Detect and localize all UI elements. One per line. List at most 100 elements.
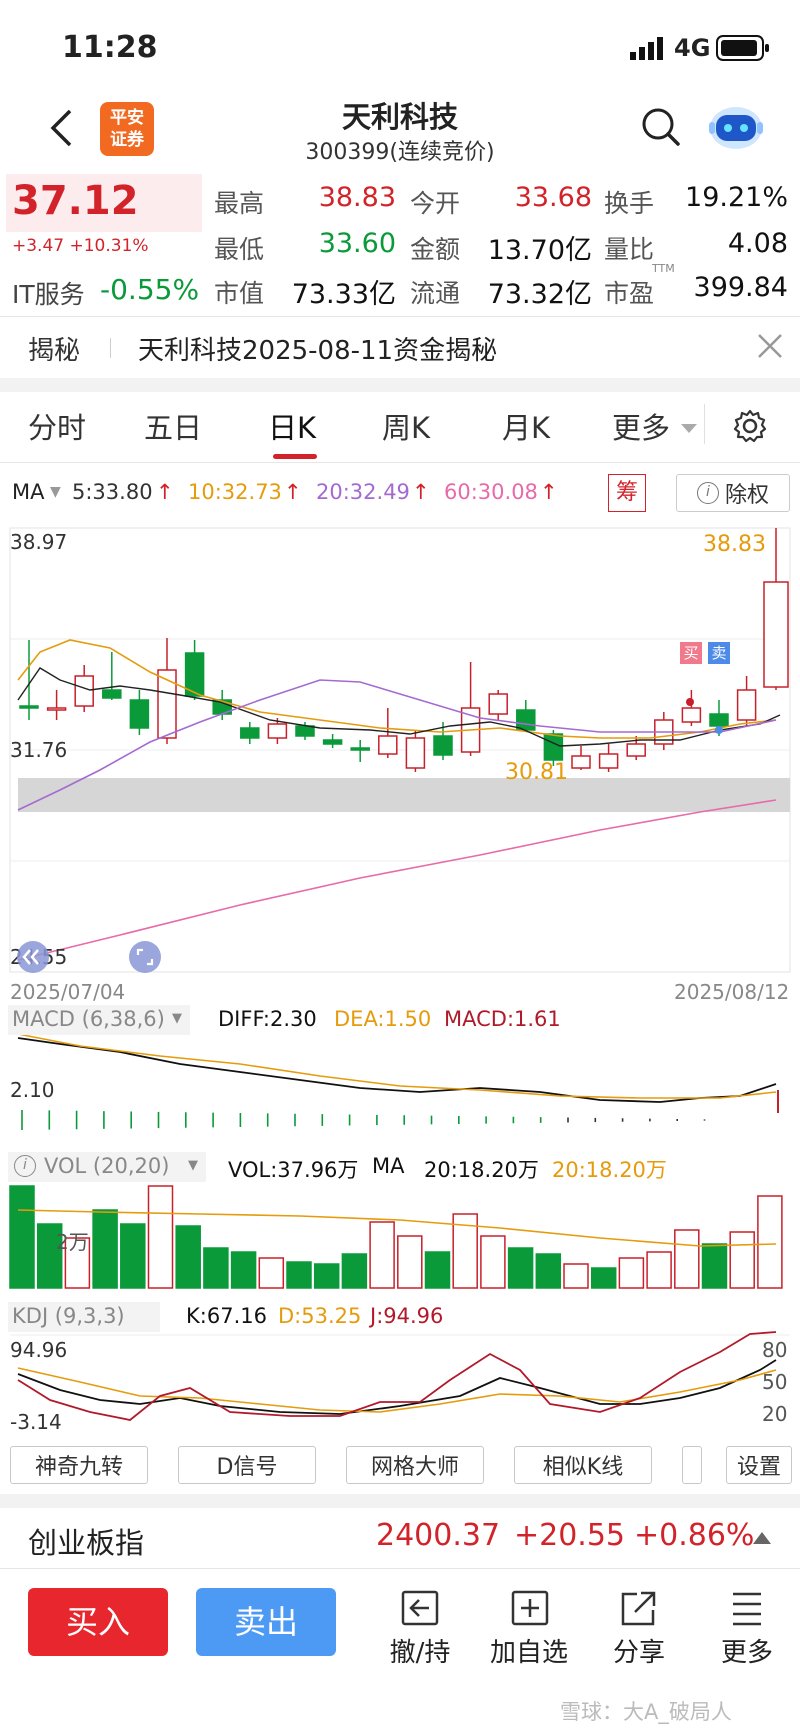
stat-value: 38.83 xyxy=(318,182,396,213)
chevron-down-icon xyxy=(680,420,698,439)
ma60-value: 60:30.08 xyxy=(444,480,538,504)
tool-settings[interactable]: 设置 xyxy=(726,1446,792,1484)
ma-label[interactable]: MA xyxy=(12,480,44,504)
tool-d-signal[interactable]: D信号 xyxy=(178,1446,316,1484)
candle-body xyxy=(19,705,39,709)
volume-bar xyxy=(729,1231,755,1289)
vol-y-label: 2万 xyxy=(56,1230,89,1254)
reveal-bar[interactable]: 揭秘 天利科技2025-08-11资金揭秘 xyxy=(0,318,800,376)
reveal-text: 天利科技2025-08-11资金揭秘 xyxy=(138,336,498,366)
stat-value: 73.33亿 xyxy=(291,279,396,310)
last-price: 37.12 xyxy=(12,178,139,224)
macd-title: MACD (6,38,6) xyxy=(12,1007,165,1031)
ma-dropdown-icon[interactable]: ▼ xyxy=(50,484,61,500)
buy-button[interactable]: 买入 xyxy=(28,1588,168,1656)
ex-rights-button[interactable]: i 除权 xyxy=(676,474,790,512)
kdj-k-line xyxy=(17,1359,777,1415)
buy-signal-tag[interactable]: 买 xyxy=(680,642,702,664)
cancel-hold-label[interactable]: 撤/持 xyxy=(375,1632,465,1669)
tab-rik[interactable]: 日K xyxy=(268,405,316,447)
date-start: 2025/07/04 xyxy=(10,980,126,1004)
volume-bar xyxy=(507,1247,534,1289)
ma20-up-icon: ↑ xyxy=(412,480,430,504)
fullscreen-icon[interactable] xyxy=(128,940,162,978)
ma60-up-icon: ↑ xyxy=(540,480,558,504)
kdj-k: K:67.16 xyxy=(186,1304,267,1328)
volume-bar xyxy=(147,1185,174,1289)
index-name: 创业板指 xyxy=(28,1526,145,1560)
ma5-up-icon: ↑ xyxy=(156,480,174,504)
volume-bar xyxy=(203,1247,229,1289)
page-title: 天利科技 xyxy=(341,100,458,134)
candle-body xyxy=(763,581,789,688)
status-bar: 11:28 4G xyxy=(0,0,800,90)
close-icon[interactable] xyxy=(756,332,784,364)
share-icon[interactable] xyxy=(608,1588,668,1632)
gear-icon[interactable] xyxy=(732,408,768,448)
tool-similar-k[interactable]: 相似K线 xyxy=(514,1446,652,1484)
reveal-divider xyxy=(110,338,111,358)
macd-diff: DIFF:2.30 xyxy=(218,1007,317,1031)
sell-button[interactable]: 卖出 xyxy=(196,1588,336,1656)
share-label[interactable]: 分享 xyxy=(594,1632,684,1669)
signal-icon xyxy=(630,36,668,60)
tab-zhouk[interactable]: 周K xyxy=(382,405,430,447)
index-change: +20.55 xyxy=(514,1518,626,1553)
vol-ma-label: MA xyxy=(372,1154,405,1178)
candle-body xyxy=(709,713,729,727)
signal-dot xyxy=(715,726,723,734)
tab-yuek[interactable]: 月K xyxy=(502,405,550,447)
volume-bar xyxy=(313,1263,340,1289)
status-time: 11:28 xyxy=(62,30,158,65)
volume-bar xyxy=(341,1253,368,1289)
section-gap-2 xyxy=(0,1494,800,1508)
sector-name[interactable]: IT服务 xyxy=(12,275,85,311)
sell-signal-tag[interactable]: 卖 xyxy=(708,642,730,664)
chip-distribution-button[interactable]: 筹 xyxy=(608,474,646,512)
search-icon[interactable] xyxy=(640,106,682,152)
add-watchlist-label[interactable]: 加自选 xyxy=(484,1632,574,1669)
candle-body xyxy=(626,743,646,757)
more-menu-label[interactable]: 更多 xyxy=(702,1632,792,1669)
more-menu-icon[interactable] xyxy=(716,1588,776,1632)
tab-fenshi[interactable]: 分时 xyxy=(28,405,86,447)
add-watchlist-icon[interactable] xyxy=(500,1588,560,1632)
tab-more[interactable]: 更多 xyxy=(612,405,670,447)
stat-value: 33.68 xyxy=(514,182,592,213)
vol-info-icon: i xyxy=(14,1155,36,1177)
volume-bar xyxy=(480,1235,506,1289)
volume-bar xyxy=(397,1235,423,1289)
tab-wuri[interactable]: 五日 xyxy=(144,405,202,447)
tool-grid-master[interactable]: 网格大师 xyxy=(346,1446,484,1484)
collapse-left-icon[interactable] xyxy=(16,940,50,978)
kdj-level-80: 80 xyxy=(762,1338,788,1362)
chevron-up-icon[interactable] xyxy=(752,1530,772,1549)
macd-value: MACD:1.61 xyxy=(444,1007,561,1031)
tool-magic-nine[interactable]: 神奇九转 xyxy=(10,1446,148,1484)
candle-body xyxy=(350,747,370,751)
candle-body xyxy=(681,707,702,723)
volume-bar xyxy=(9,1185,35,1289)
index-bar[interactable]: 创业板指 2400.37 +20.55 +0.86% xyxy=(0,1508,800,1568)
section-gap xyxy=(0,378,800,392)
kdj-level-20: 20 xyxy=(762,1402,788,1426)
ma20-value: 20:32.49 xyxy=(316,480,410,504)
vol-ma2: 20:18.20万 xyxy=(552,1158,667,1182)
tool-more-partial[interactable] xyxy=(682,1446,702,1484)
candle-body xyxy=(378,735,398,755)
signal-dot xyxy=(686,698,694,706)
volume-bar xyxy=(286,1261,312,1289)
back-icon[interactable] xyxy=(48,108,74,152)
sector-change: -0.55% xyxy=(100,273,200,306)
watermark: 雪球：大A_破局人 xyxy=(560,1700,732,1724)
robot-assistant-icon[interactable] xyxy=(706,100,766,156)
volume-bar xyxy=(646,1251,672,1289)
kline-low-label: 30.81 xyxy=(505,760,568,785)
cancel-hold-icon[interactable] xyxy=(390,1588,450,1632)
candle-body xyxy=(46,707,67,711)
network-type: 4G xyxy=(674,34,711,62)
vol-dropdown-icon: ▼ xyxy=(188,1158,198,1173)
vol-value: VOL:37.96万 xyxy=(228,1158,359,1182)
kdj-level-50: 50 xyxy=(762,1370,788,1394)
volume-bar xyxy=(535,1253,562,1289)
